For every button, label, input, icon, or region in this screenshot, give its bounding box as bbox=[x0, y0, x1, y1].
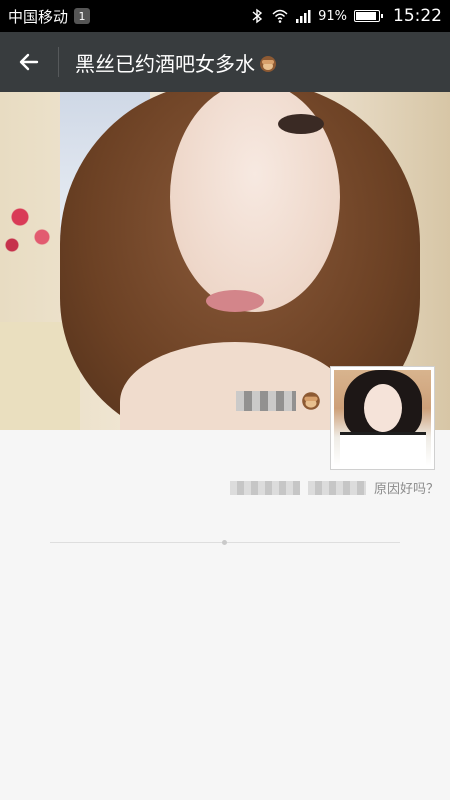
signature-text: 原因好吗？ bbox=[374, 482, 440, 497]
page-title: 黑丝已约酒吧女多水 bbox=[75, 48, 278, 77]
feed-divider-dot bbox=[222, 540, 227, 545]
profile-name bbox=[236, 390, 322, 412]
pixelated-text bbox=[308, 480, 366, 495]
profile-signature: 原因好吗？ bbox=[230, 478, 439, 497]
status-icons: 91% 15:22 bbox=[249, 6, 442, 26]
clock: 15:22 bbox=[393, 6, 442, 26]
bluetooth-icon bbox=[252, 8, 263, 24]
signal-icon bbox=[296, 10, 311, 23]
wifi-icon bbox=[272, 9, 288, 23]
avatar-photo bbox=[334, 370, 431, 466]
avatar[interactable] bbox=[330, 366, 435, 470]
carrier-name: 中国移动 bbox=[8, 7, 69, 26]
back-button[interactable] bbox=[0, 32, 58, 92]
status-bar: 中国移动 1 91% 15:22 bbox=[0, 0, 450, 32]
battery-percent: 91% bbox=[318, 8, 347, 24]
see-no-evil-monkey-icon bbox=[302, 392, 320, 410]
notification-badge: 1 bbox=[74, 8, 91, 24]
page-title-text: 黑丝已约酒吧女多水 bbox=[75, 51, 255, 76]
pixelated-text bbox=[230, 480, 300, 495]
title-divider bbox=[58, 47, 59, 77]
back-arrow-icon bbox=[19, 53, 39, 71]
pixelated-nickname bbox=[236, 391, 296, 411]
title-bar: 黑丝已约酒吧女多水 bbox=[0, 32, 450, 92]
see-no-evil-monkey-icon bbox=[260, 55, 276, 72]
battery-icon bbox=[354, 10, 383, 22]
battery-fill bbox=[356, 12, 376, 20]
